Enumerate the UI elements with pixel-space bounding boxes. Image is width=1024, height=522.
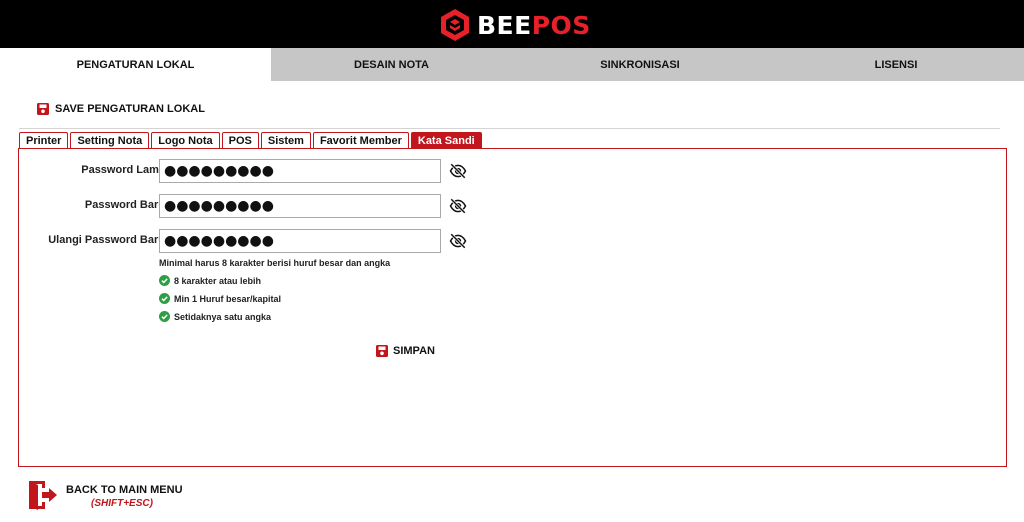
ulangi-password-label: Ulangi Password Baru bbox=[48, 234, 165, 246]
ulangi-password-row: Ulangi Password Baru ●●●●●●●●● bbox=[19, 229, 1008, 253]
save-pengaturan-lokal-button[interactable]: SAVE PENGATURAN LOKAL bbox=[37, 103, 205, 115]
tab-lisensi[interactable]: LISENSI bbox=[768, 48, 1024, 81]
check-circle-icon bbox=[159, 311, 170, 322]
rule-item: Min 1 Huruf besar/kapital bbox=[159, 293, 281, 304]
password-baru-input[interactable]: ●●●●●●●●● bbox=[159, 194, 441, 218]
ulangi-password-input[interactable]: ●●●●●●●●● bbox=[159, 229, 441, 253]
back-to-main-menu-button[interactable]: BACK TO MAIN MENU (SHIFT+ESC) bbox=[27, 479, 183, 511]
subtab-sistem[interactable]: Sistem bbox=[260, 132, 311, 148]
floppy-disk-icon bbox=[37, 103, 49, 115]
simpan-label: SIMPAN bbox=[393, 345, 435, 357]
back-label: BACK TO MAIN MENU bbox=[66, 484, 183, 496]
eye-slash-icon[interactable] bbox=[449, 232, 467, 250]
password-lama-label: Password Lama bbox=[81, 164, 165, 176]
rule-item: Setidaknya satu angka bbox=[159, 311, 271, 322]
beepos-logo: BEEPOS bbox=[439, 8, 591, 42]
password-lama-row: Password Lama ●●●●●●●●● bbox=[19, 159, 1008, 183]
subtab-kata-sandi[interactable]: Kata Sandi bbox=[410, 132, 482, 148]
password-lama-input[interactable]: ●●●●●●●●● bbox=[159, 159, 441, 183]
subtab-printer[interactable]: Printer bbox=[19, 132, 69, 148]
simpan-button[interactable]: SIMPAN bbox=[376, 345, 435, 357]
logo-text-bee: BEE bbox=[477, 10, 532, 40]
rule-text: Min 1 Huruf besar/kapital bbox=[174, 293, 282, 304]
subtab-favorit-member[interactable]: Favorit Member bbox=[312, 132, 409, 148]
tab-desain-nota[interactable]: DESAIN NOTA bbox=[271, 48, 512, 81]
settings-subtabs: Printer Setting Nota Logo Nota POS Siste… bbox=[19, 132, 484, 148]
password-baru-label: Password Baru bbox=[84, 199, 165, 211]
tab-sinkronisasi[interactable]: SINKRONISASI bbox=[512, 48, 768, 81]
rule-text: Setidaknya satu angka bbox=[174, 311, 272, 322]
rule-text: 8 karakter atau lebih bbox=[174, 275, 262, 286]
subtab-setting-nota[interactable]: Setting Nota bbox=[70, 132, 150, 148]
subtab-pos[interactable]: POS bbox=[221, 132, 259, 148]
eye-slash-icon[interactable] bbox=[449, 197, 467, 215]
rule-item: 8 karakter atau lebih bbox=[159, 275, 261, 286]
main-tabs: PENGATURAN LOKAL DESAIN NOTA SINKRONISAS… bbox=[0, 48, 1024, 81]
eye-slash-icon[interactable] bbox=[449, 162, 467, 180]
floppy-disk-icon bbox=[376, 345, 388, 357]
password-hint: Minimal harus 8 karakter berisi huruf be… bbox=[159, 258, 391, 268]
back-shortcut: (SHIFT+ESC) bbox=[91, 498, 153, 509]
save-pengaturan-lokal-label: SAVE PENGATURAN LOKAL bbox=[55, 103, 205, 115]
check-circle-icon bbox=[159, 275, 170, 286]
back-text: BACK TO MAIN MENU (SHIFT+ESC) bbox=[66, 484, 183, 511]
logo-text: BEEPOS bbox=[477, 11, 591, 40]
logo-text-pos: POS bbox=[531, 10, 591, 40]
tab-pengaturan-lokal[interactable]: PENGATURAN LOKAL bbox=[0, 48, 271, 81]
kata-sandi-panel: Password Lama ●●●●●●●●● Password Baru ●●… bbox=[18, 148, 1007, 467]
exit-door-icon bbox=[29, 481, 57, 510]
divider bbox=[19, 128, 1000, 129]
hexagon-logo-icon bbox=[441, 9, 469, 41]
check-circle-icon bbox=[159, 293, 170, 304]
subtab-logo-nota[interactable]: Logo Nota bbox=[151, 132, 220, 148]
app-header: BEEPOS bbox=[0, 0, 1024, 48]
password-baru-row: Password Baru ●●●●●●●●● bbox=[19, 194, 1008, 218]
